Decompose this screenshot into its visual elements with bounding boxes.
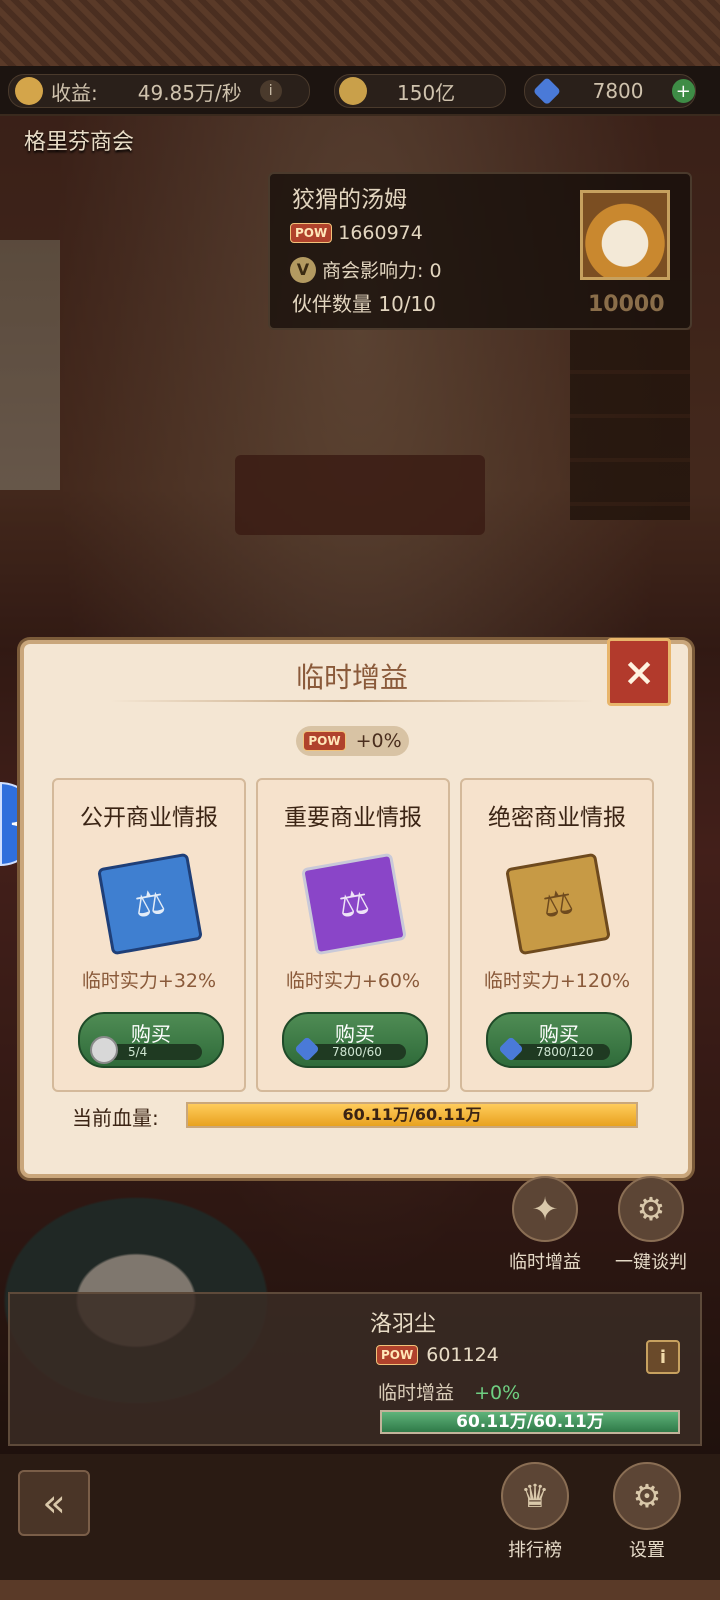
- quick-buff-label: 临时增益: [509, 1252, 581, 1273]
- income-pill: 收益: 49.85万/秒 i: [8, 74, 310, 108]
- gold-value: 150亿: [397, 80, 456, 105]
- modal-title: 临时增益: [295, 661, 408, 694]
- player-info-button[interactable]: i: [646, 1340, 680, 1374]
- auto-negotiate-label: 一键谈判: [615, 1252, 687, 1273]
- auto-negotiate-button[interactable]: ⚙ 一键谈判: [606, 1176, 696, 1274]
- ranking-button[interactable]: ♛ 排行榜: [490, 1462, 580, 1562]
- income-value: 49.85万/秒: [137, 80, 242, 105]
- player-hp-bar: 60.11万/60.11万: [380, 1410, 680, 1434]
- player-buff-value: +0%: [474, 1382, 521, 1404]
- buff-card-secret: 绝密商业情报 ⚖ 临时实力+120% 购买 7800/120: [460, 778, 654, 1092]
- buy-cost: 7800/120: [508, 1044, 610, 1060]
- npc-bounty-value: 10000: [588, 292, 665, 317]
- buy-button-public[interactable]: 购买 5/4: [78, 1012, 224, 1068]
- gold-book-icon: ⚖: [505, 852, 611, 956]
- npc-power-value: 1660974: [338, 222, 423, 244]
- player-power-row: POW 601124: [376, 1344, 499, 1366]
- system-status-bar: [0, 0, 720, 66]
- resource-bar: 收益: 49.85万/秒 i 150亿 7800 +: [0, 66, 720, 116]
- add-gems-button[interactable]: +: [671, 79, 695, 103]
- card-title: 重要商业情报: [284, 805, 422, 831]
- player-buff-row: 临时增益 +0%: [378, 1378, 520, 1405]
- pow-icon: POW: [376, 1345, 419, 1365]
- influence-icon: V: [290, 256, 316, 283]
- close-button[interactable]: ×: [607, 638, 671, 706]
- card-effect: 临时实力+32%: [81, 970, 217, 992]
- diamond-icon: [532, 77, 561, 105]
- hp-text: 60.11万/60.11万: [342, 1105, 482, 1124]
- pow-icon: POW: [303, 731, 346, 751]
- player-name: 洛羽尘: [370, 1312, 437, 1337]
- gold-coin-icon: [339, 77, 367, 105]
- bottom-decor-strip: [0, 1580, 720, 1600]
- player-buff-label: 临时增益: [378, 1382, 455, 1404]
- buff-card-public: 公开商业情报 ⚖ 临时实力+32% 购买 5/4: [52, 778, 246, 1092]
- buy-button-secret[interactable]: 购买 7800/120: [486, 1012, 632, 1068]
- pow-bonus-value: +0%: [355, 730, 402, 752]
- location-name: 格里芬商会: [24, 130, 135, 155]
- gear-icon: ⚙: [618, 1176, 684, 1242]
- star-icon: ✦: [512, 1176, 578, 1242]
- ranking-label: 排行榜: [508, 1540, 562, 1561]
- gems-value: 7800: [592, 79, 644, 103]
- current-hp-label: 当前血量:: [72, 1106, 159, 1130]
- npc-partner-count: 伙伴数量 10/10: [292, 292, 436, 316]
- card-title: 公开商业情报: [80, 805, 218, 831]
- quick-buff-button[interactable]: ✦ 临时增益: [500, 1176, 590, 1274]
- player-power-value: 601124: [426, 1344, 499, 1366]
- silver-coin-icon: [90, 1036, 118, 1064]
- pow-icon: POW: [290, 223, 333, 243]
- trophy-icon: ♛: [501, 1462, 569, 1530]
- card-effect: 临时实力+60%: [285, 970, 421, 992]
- npc-influence-row: V 商会影响力: 0: [290, 256, 442, 283]
- gear-icon: ⚙: [613, 1462, 681, 1530]
- settings-button[interactable]: ⚙ 设置: [602, 1462, 692, 1562]
- back-arrow-icon: «: [42, 1481, 66, 1525]
- gold-pill: 150亿: [334, 74, 506, 108]
- npc-name: 狡猾的汤姆: [292, 187, 407, 213]
- blue-book-icon: ⚖: [97, 852, 203, 956]
- gems-pill: 7800 +: [524, 74, 696, 108]
- npc-power-row: POW 1660974: [290, 222, 423, 244]
- hp-text: 60.11万/60.11万: [456, 1412, 604, 1432]
- card-effect: 临时实力+120%: [483, 970, 631, 992]
- buff-card-important: 重要商业情报 ⚖ 临时实力+60% 购买 7800/60: [256, 778, 450, 1092]
- title-divider: [110, 700, 594, 702]
- purple-book-icon: ⚖: [301, 852, 407, 956]
- shop-icon: [15, 77, 43, 105]
- buy-cost: 7800/60: [304, 1044, 406, 1060]
- npc-influence-value: 商会影响力: 0: [322, 260, 442, 282]
- pow-bonus-badge: POW +0%: [296, 726, 409, 756]
- back-button[interactable]: «: [18, 1470, 90, 1536]
- income-label: 收益:: [51, 80, 98, 105]
- card-title: 绝密商业情报: [488, 805, 626, 831]
- npc-portrait[interactable]: [580, 190, 670, 280]
- income-info-icon[interactable]: i: [259, 80, 282, 102]
- current-hp-bar: 60.11万/60.11万: [186, 1102, 638, 1128]
- buy-button-important[interactable]: 购买 7800/60: [282, 1012, 428, 1068]
- settings-label: 设置: [629, 1540, 665, 1561]
